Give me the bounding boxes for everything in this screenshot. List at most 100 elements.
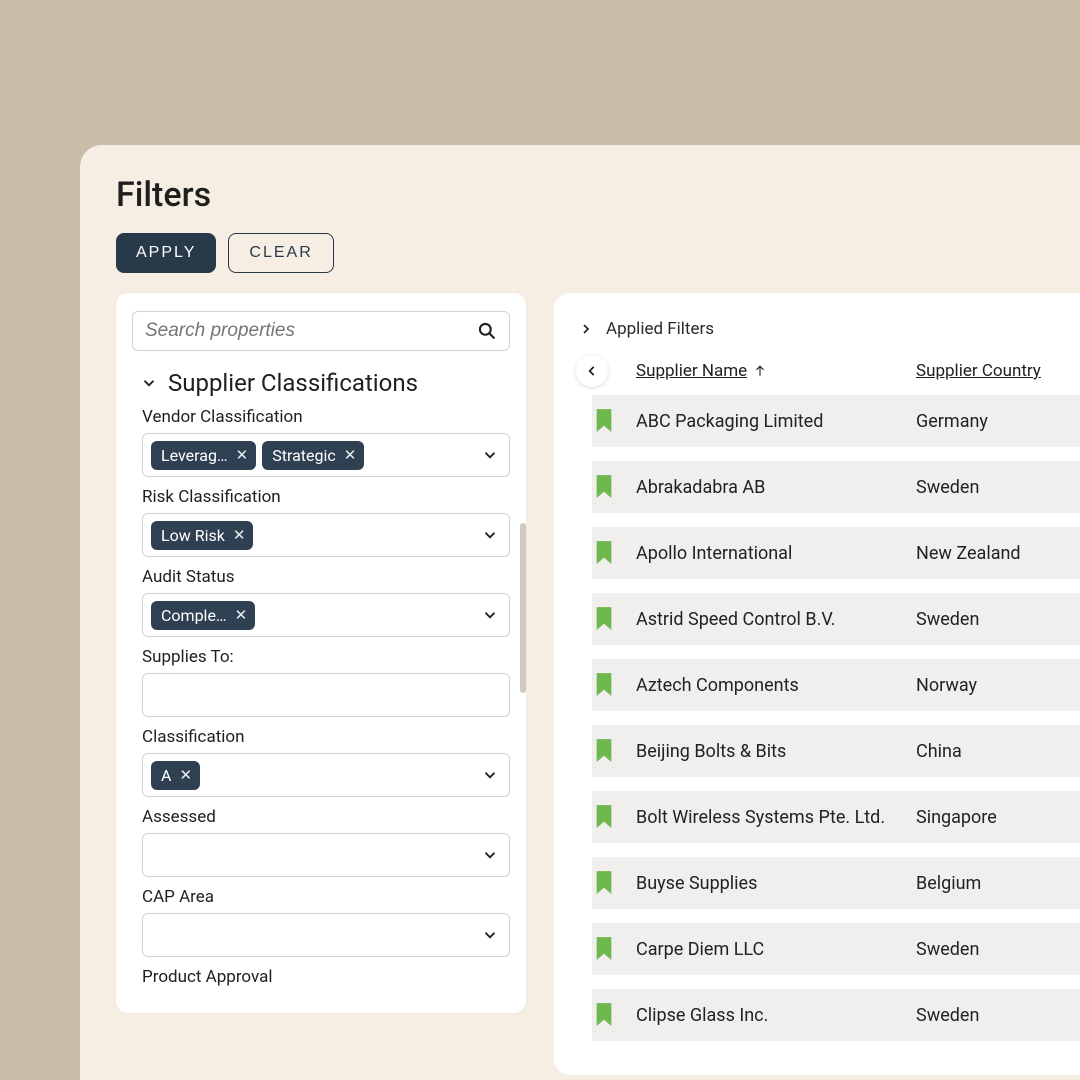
select-assessed[interactable] xyxy=(142,833,510,877)
field-label: Risk Classification xyxy=(142,487,510,507)
table-row[interactable]: Buyse Supplies Belgium xyxy=(572,857,1080,909)
chevron-down-icon xyxy=(481,526,499,544)
chip[interactable]: Leverag…✕ xyxy=(151,441,256,470)
cell-supplier-name: Clipse Glass Inc. xyxy=(636,1005,916,1026)
close-icon[interactable]: ✕ xyxy=(344,446,357,464)
select-supplies-to[interactable] xyxy=(142,673,510,717)
bookmark-icon[interactable] xyxy=(572,935,636,963)
table-header: Supplier Name Supplier Country xyxy=(572,361,1080,381)
table-row[interactable]: Aztech Components Norway xyxy=(572,659,1080,711)
field-label: Classification xyxy=(142,727,510,747)
cell-supplier-name: ABC Packaging Limited xyxy=(636,411,916,432)
header: Filters A xyxy=(116,175,1080,215)
chip[interactable]: A✕ xyxy=(151,761,200,790)
chevron-down-icon xyxy=(481,446,499,464)
bookmark-icon[interactable] xyxy=(572,803,636,831)
cell-supplier-country: Sweden xyxy=(916,1005,1080,1026)
search-input[interactable] xyxy=(132,311,510,351)
filter-panel: Supplier Classifications Vendor Classifi… xyxy=(116,293,526,1013)
table-row[interactable]: ABC Packaging Limited Germany xyxy=(572,395,1080,447)
section-title: Supplier Classifications xyxy=(168,369,418,397)
cell-supplier-country: China xyxy=(916,741,1080,762)
table-row[interactable]: Clipse Glass Inc. Sweden xyxy=(572,989,1080,1041)
close-icon[interactable]: ✕ xyxy=(233,526,246,544)
field-label: Assessed xyxy=(142,807,510,827)
chevron-down-icon xyxy=(140,374,158,392)
bookmark-icon[interactable] xyxy=(572,737,636,765)
cell-supplier-name: Beijing Bolts & Bits xyxy=(636,741,916,762)
button-row: APPLY CLEAR xyxy=(116,233,1080,273)
table-row[interactable]: Bolt Wireless Systems Pte. Ltd. Singapor… xyxy=(572,791,1080,843)
chevron-down-icon xyxy=(481,846,499,864)
cell-supplier-name: Astrid Speed Control B.V. xyxy=(636,609,916,630)
cell-supplier-country: Sweden xyxy=(916,609,1080,630)
field-label: Vendor Classification xyxy=(142,407,510,427)
field-label: Supplies To: xyxy=(142,647,510,667)
cell-supplier-name: Buyse Supplies xyxy=(636,873,916,894)
app-window: Filters A APPLY CLEAR Supplier Classific… xyxy=(80,145,1080,1080)
cell-supplier-country: Singapore xyxy=(916,807,1080,828)
search-text-input[interactable] xyxy=(145,320,477,342)
column-header-country[interactable]: Supplier Country xyxy=(916,361,1080,381)
table-row[interactable]: Beijing Bolts & Bits China xyxy=(572,725,1080,777)
select-cap-area[interactable] xyxy=(142,913,510,957)
select-risk-classification[interactable]: Low Risk✕ xyxy=(142,513,510,557)
arrow-up-icon xyxy=(753,364,767,378)
field-assessed: Assessed xyxy=(142,807,510,877)
cell-supplier-name: Bolt Wireless Systems Pte. Ltd. xyxy=(636,807,916,828)
cell-supplier-name: Apollo International xyxy=(636,543,916,564)
field-risk-classification: Risk Classification Low Risk✕ xyxy=(142,487,510,557)
column-header-name[interactable]: Supplier Name xyxy=(636,361,916,381)
chevron-left-icon xyxy=(585,364,599,378)
close-icon[interactable]: ✕ xyxy=(236,446,249,464)
bookmark-icon[interactable] xyxy=(572,473,636,501)
chip[interactable]: Comple…✕ xyxy=(151,601,255,630)
applied-filters-label: Applied Filters xyxy=(606,319,714,339)
field-label: Product Approval xyxy=(142,967,510,987)
field-label: CAP Area xyxy=(142,887,510,907)
table-row[interactable]: Apollo International New Zealand xyxy=(572,527,1080,579)
scrollbar-thumb[interactable] xyxy=(520,523,526,693)
cell-supplier-country: Belgium xyxy=(916,873,1080,894)
cell-supplier-name: Aztech Components xyxy=(636,675,916,696)
results-panel: Applied Filters Supplier Name Supplier C… xyxy=(554,293,1080,1075)
field-audit-status: Audit Status Comple…✕ xyxy=(142,567,510,637)
cell-supplier-name: Carpe Diem LLC xyxy=(636,939,916,960)
apply-button[interactable]: APPLY xyxy=(116,233,216,273)
cell-supplier-country: Norway xyxy=(916,675,1080,696)
search-icon xyxy=(477,321,497,341)
chip[interactable]: Strategic✕ xyxy=(262,441,364,470)
bookmark-icon[interactable] xyxy=(572,1001,636,1029)
cell-supplier-name: Abrakadabra AB xyxy=(636,477,916,498)
clear-button[interactable]: CLEAR xyxy=(228,233,333,273)
field-cap-area: CAP Area xyxy=(142,887,510,957)
select-audit-status[interactable]: Comple…✕ xyxy=(142,593,510,637)
close-icon[interactable]: ✕ xyxy=(179,766,192,784)
cell-supplier-country: Sweden xyxy=(916,477,1080,498)
collapse-panel-button[interactable] xyxy=(576,355,608,387)
field-product-approval: Product Approval xyxy=(142,967,510,987)
section-header[interactable]: Supplier Classifications xyxy=(140,369,510,397)
field-vendor-classification: Vendor Classification Leverag…✕ Strategi… xyxy=(142,407,510,477)
field-label: Audit Status xyxy=(142,567,510,587)
field-supplies-to: Supplies To: xyxy=(142,647,510,717)
bookmark-icon[interactable] xyxy=(572,869,636,897)
table-row[interactable]: Carpe Diem LLC Sweden xyxy=(572,923,1080,975)
select-vendor-classification[interactable]: Leverag…✕ Strategic✕ xyxy=(142,433,510,477)
bookmark-icon[interactable] xyxy=(572,407,636,435)
cell-supplier-country: New Zealand xyxy=(916,543,1080,564)
cell-supplier-country: Sweden xyxy=(916,939,1080,960)
select-classification[interactable]: A✕ xyxy=(142,753,510,797)
bookmark-icon[interactable] xyxy=(572,605,636,633)
applied-filters-toggle[interactable]: Applied Filters xyxy=(578,319,1080,339)
field-classification: Classification A✕ xyxy=(142,727,510,797)
page-title: Filters xyxy=(116,175,211,215)
chevron-right-icon xyxy=(578,321,594,337)
bookmark-icon[interactable] xyxy=(572,539,636,567)
chevron-down-icon xyxy=(481,606,499,624)
close-icon[interactable]: ✕ xyxy=(235,606,248,624)
bookmark-icon[interactable] xyxy=(572,671,636,699)
table-row[interactable]: Abrakadabra AB Sweden xyxy=(572,461,1080,513)
table-row[interactable]: Astrid Speed Control B.V. Sweden xyxy=(572,593,1080,645)
chip[interactable]: Low Risk✕ xyxy=(151,521,253,550)
